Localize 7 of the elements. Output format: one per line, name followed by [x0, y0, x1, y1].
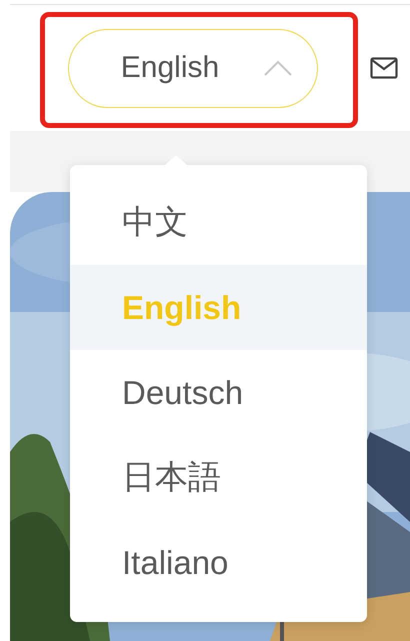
caret-icon [263, 59, 293, 77]
language-select[interactable]: English [68, 28, 318, 108]
language-option[interactable]: 日本語 [70, 435, 367, 520]
language-option[interactable]: Deutsch [70, 350, 367, 435]
language-option[interactable]: Italiano [70, 520, 367, 605]
mail-icon[interactable] [370, 57, 398, 79]
language-option[interactable]: 中文 [70, 180, 367, 265]
